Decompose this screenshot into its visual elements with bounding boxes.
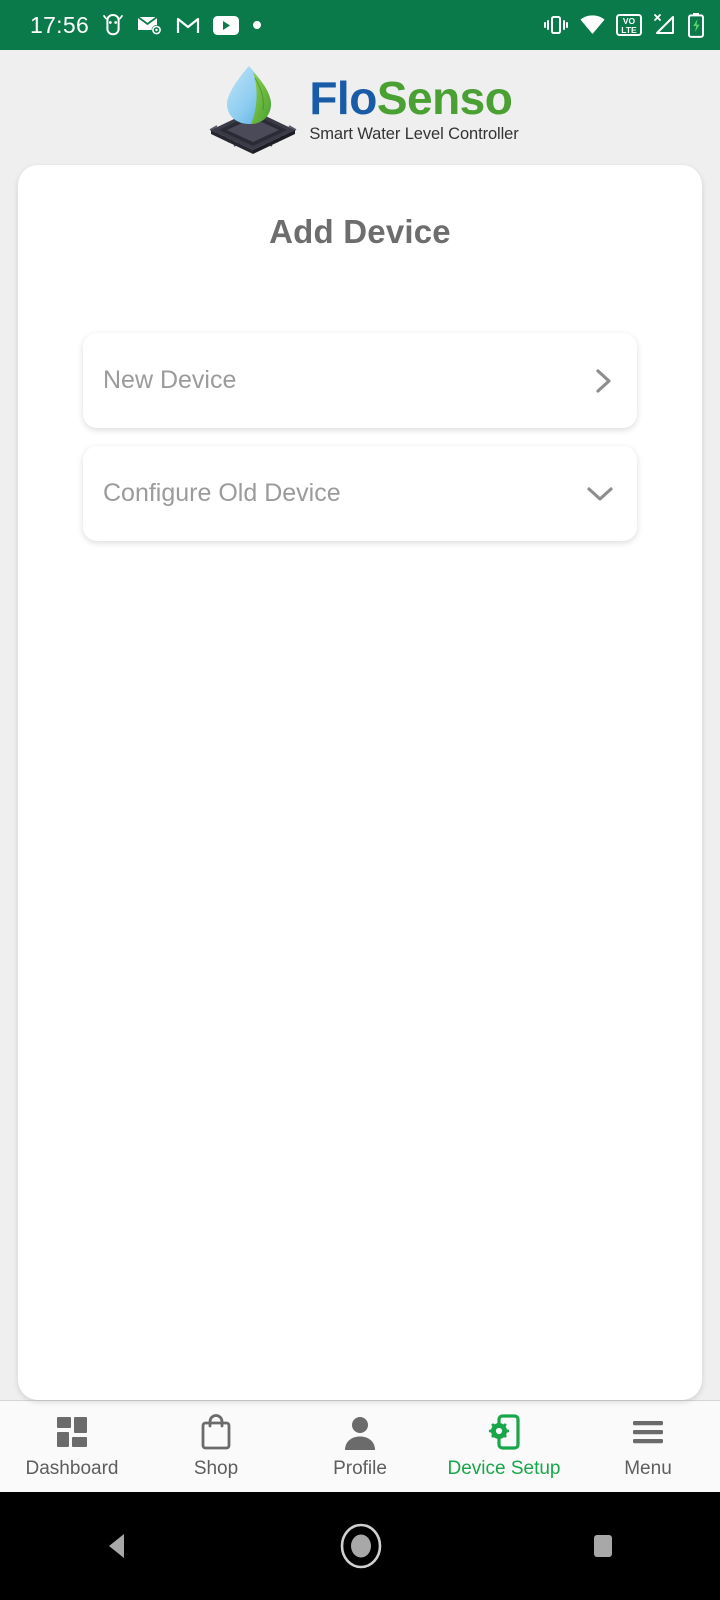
water-droplet-on-chip-logo	[201, 62, 305, 154]
vibrate-icon	[543, 14, 569, 36]
back-triangle-icon[interactable]	[101, 1529, 135, 1563]
status-bar-right: VO LTE	[543, 12, 704, 38]
person-icon	[342, 1413, 378, 1451]
brand-name-part1: Flo	[309, 72, 377, 124]
nav-label-dashboard: Dashboard	[25, 1458, 119, 1479]
chevron-down-icon[interactable]	[585, 483, 615, 505]
signal-no-service-icon	[653, 14, 677, 36]
mail-settings-icon	[137, 14, 163, 36]
nav-item-profile[interactable]: Profile	[288, 1413, 432, 1480]
recents-square-icon[interactable]	[587, 1529, 619, 1563]
chevron-right-icon[interactable]	[591, 367, 615, 395]
battery-charging-icon	[688, 12, 704, 38]
nav-item-dashboard[interactable]: Dashboard	[0, 1413, 144, 1480]
option-configure-old-device[interactable]: Configure Old Device	[83, 446, 637, 541]
youtube-icon	[213, 15, 240, 35]
home-circle-icon[interactable]	[338, 1523, 384, 1569]
volte-icon: VO LTE	[616, 14, 642, 36]
bottom-navigation: Dashboard Shop Profile Device Setup Menu	[0, 1400, 720, 1492]
option-configure-old-device-label: Configure Old Device	[103, 479, 341, 507]
brand-name-part2: Senso	[376, 72, 513, 124]
page-title: Add Device	[269, 213, 451, 250]
brand-text: FloSenso Smart Water Level Controller	[309, 71, 518, 144]
status-bar-left: 17:56	[16, 12, 543, 39]
app-screen: 17:56 VO LTE FloSenso Smart Water Level …	[0, 0, 720, 1600]
option-new-device-label: New Device	[103, 366, 237, 394]
android-system-navigation	[0, 1492, 720, 1600]
status-bar: 17:56 VO LTE	[0, 0, 720, 50]
nav-item-menu[interactable]: Menu	[576, 1413, 720, 1480]
nav-label-profile: Profile	[333, 1458, 387, 1479]
nav-label-shop: Shop	[193, 1458, 239, 1479]
nav-label-device-setup: Device Setup	[447, 1458, 561, 1479]
nav-item-device-setup[interactable]: Device Setup	[432, 1413, 576, 1480]
brand-tagline: Smart Water Level Controller	[309, 125, 519, 143]
shopping-bag-icon	[199, 1413, 233, 1451]
wifi-icon	[580, 15, 605, 35]
hamburger-menu-icon	[629, 1413, 667, 1451]
app-logo-header: FloSenso Smart Water Level Controller	[0, 50, 720, 165]
device-options-list: New Device Configure Old Device	[18, 333, 702, 541]
dashboard-grid-icon	[53, 1413, 91, 1451]
dot-notification-icon	[252, 20, 262, 30]
android-notification-icon	[102, 13, 124, 37]
nav-label-menu: Menu	[624, 1458, 672, 1479]
add-device-card: Add Device New Device Configure Old Devi…	[18, 165, 702, 1400]
nav-item-shop[interactable]: Shop	[144, 1413, 288, 1480]
option-new-device[interactable]: New Device	[83, 333, 637, 428]
gmail-icon	[176, 15, 200, 35]
svg-text:LTE: LTE	[621, 25, 637, 35]
status-bar-clock: 17:56	[30, 11, 90, 38]
phone-gear-icon	[486, 1413, 522, 1451]
